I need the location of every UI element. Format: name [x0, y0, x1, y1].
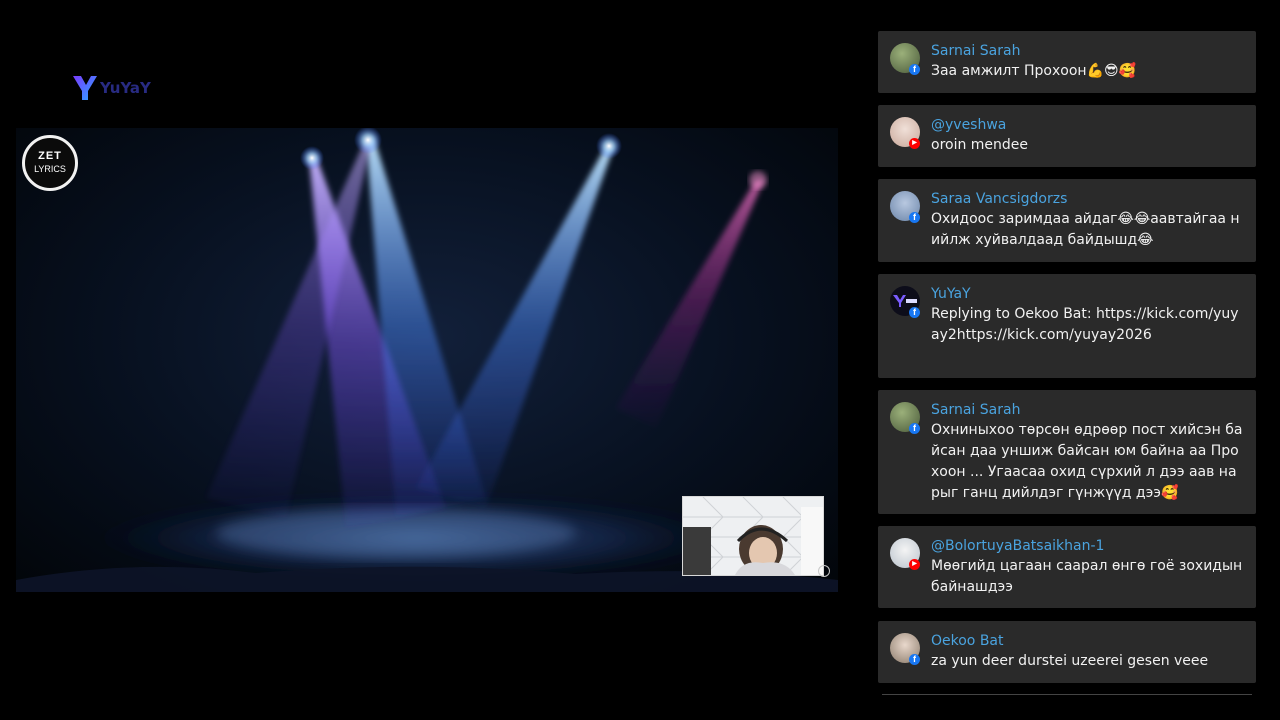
camera-indicator-icon — [818, 565, 830, 577]
chat-message: f Oekoo Bat za yun deer durstei uzeerei … — [878, 621, 1256, 683]
chat-message: ▶ @yveshwa oroin mendee — [878, 105, 1256, 167]
chat-message: f Sarnai Sarah Заа амжилт Прохоон💪😎🥰 — [878, 31, 1256, 93]
chat-message: f YuYaY Replying to Oekoo Bat: https://k… — [878, 274, 1256, 378]
video-player[interactable]: ZET LYRICS — [16, 128, 838, 592]
chat-author: YuYaY — [931, 286, 971, 302]
chat-author: Sarnai Sarah — [931, 402, 1021, 418]
chat-message: f Saraa Vancsigdorzs Охидоос заримдаа ай… — [878, 179, 1256, 262]
chat-text: Охидоос заримдаа айдаг😂😂аавтайгаа нийлж … — [931, 211, 1240, 248]
facebook-badge-icon: f — [909, 654, 920, 665]
facebook-badge-icon: f — [909, 64, 920, 75]
yuyay-logo: YuYaY — [72, 74, 151, 102]
chat-divider — [882, 694, 1252, 695]
chat-author: @BolortuyaBatsaikhan-1 — [931, 538, 1105, 554]
chat-author: @yveshwa — [931, 117, 1007, 133]
chat-author: Sarnai Sarah — [931, 43, 1021, 59]
chat-author: Oekoo Bat — [931, 633, 1004, 649]
chat-text: Мөөгийд цагаан саарал өнгө гоё зохидын б… — [931, 558, 1243, 595]
facebook-badge-icon: f — [909, 423, 920, 434]
youtube-badge-icon: ▶ — [909, 138, 920, 149]
chat-text: Заа амжилт Прохоон💪😎🥰 — [931, 63, 1136, 79]
facebook-badge-icon: f — [909, 307, 920, 318]
chat-message: f Sarnai Sarah Охниныхоо төрсөн өдрөөр п… — [878, 390, 1256, 514]
chat-author: Saraa Vancsigdorzs — [931, 191, 1068, 207]
watermark-line1: ZET — [38, 150, 62, 162]
webcam-person-image — [683, 497, 823, 575]
yuyay-logo-icon — [73, 76, 97, 100]
chat-link[interactable]: https://kick.com/yuyay2026 — [957, 327, 1152, 343]
watermark-line2: LYRICS — [34, 164, 66, 174]
chat-text: za yun deer durstei uzeerei gesen veee — [931, 653, 1209, 669]
youtube-badge-icon: ▶ — [909, 559, 920, 570]
logo-text: YuYaY — [100, 79, 151, 97]
yuyay-avatar-icon — [893, 295, 917, 307]
chat-message: ▶ @BolortuyaBatsaikhan-1 Мөөгийд цагаан … — [878, 526, 1256, 608]
chat-text: Replying to Oekoo Bat: https://kick.com/… — [931, 304, 1244, 346]
webcam-overlay — [682, 496, 824, 576]
zet-lyrics-watermark: ZET LYRICS — [22, 135, 78, 191]
facebook-badge-icon: f — [909, 212, 920, 223]
chat-text: oroin mendee — [931, 137, 1029, 153]
chat-text: Охниныхоо төрсөн өдрөөр пост хийсэн байс… — [931, 422, 1243, 501]
